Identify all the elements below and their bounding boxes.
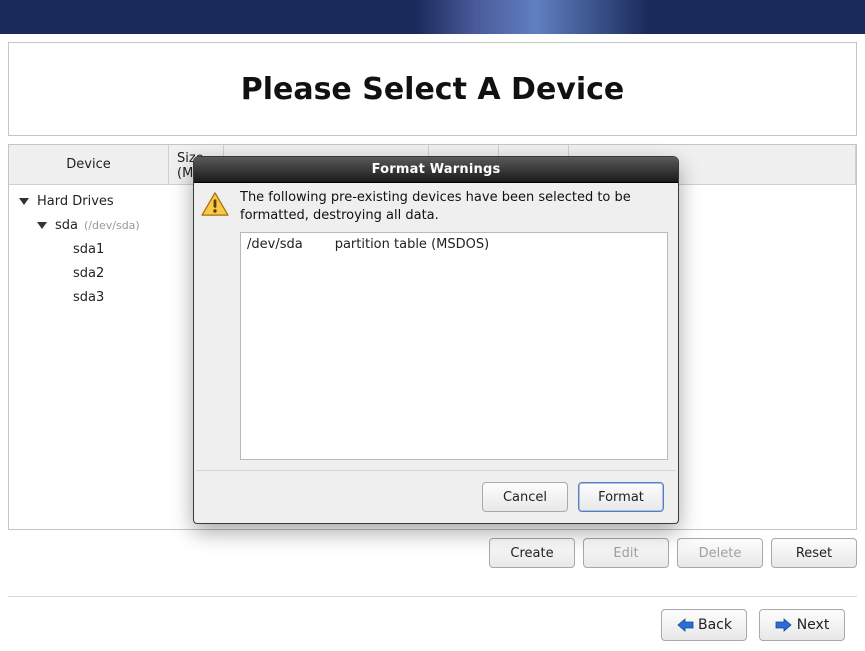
format-button[interactable]: Format (578, 482, 664, 512)
list-item[interactable]: /dev/sda partition table (MSDOS) (247, 237, 661, 252)
nav-row: Back Next (8, 609, 845, 641)
edit-button: Edit (583, 538, 669, 568)
tree-sublabel: (/dev/sda) (84, 219, 140, 232)
cancel-button[interactable]: Cancel (482, 482, 568, 512)
page-title: Please Select A Device (241, 72, 625, 107)
top-banner (0, 0, 865, 34)
next-button[interactable]: Next (759, 609, 845, 641)
device-path: /dev/sda (247, 237, 303, 252)
chevron-down-icon[interactable] (37, 222, 47, 229)
format-warnings-dialog: Format Warnings The following pre-existi… (193, 156, 679, 524)
tree-label: sda1 (73, 242, 104, 257)
dialog-message: The following pre-existing devices have … (240, 189, 668, 224)
delete-button: Delete (677, 538, 763, 568)
device-desc: partition table (MSDOS) (335, 237, 489, 252)
reset-button[interactable]: Reset (771, 538, 857, 568)
col-header-device[interactable]: Device (9, 145, 169, 184)
dialog-device-list[interactable]: /dev/sda partition table (MSDOS) (240, 232, 668, 460)
action-row: Create Edit Delete Reset (8, 538, 857, 568)
title-panel: Please Select A Device (8, 42, 857, 136)
tree-label: sda3 (73, 290, 104, 305)
dialog-buttons: Cancel Format (194, 471, 678, 523)
arrow-right-icon (775, 618, 793, 632)
dialog-title: Format Warnings (194, 157, 678, 183)
tree-label: Hard Drives (37, 194, 114, 209)
arrow-left-icon (676, 618, 694, 632)
tree-label: sda2 (73, 266, 104, 281)
tree-label: sda (55, 218, 78, 233)
chevron-down-icon[interactable] (19, 198, 29, 205)
next-label: Next (797, 617, 830, 633)
warning-icon (200, 191, 230, 217)
dialog-body: The following pre-existing devices have … (194, 183, 678, 470)
separator (8, 596, 857, 597)
create-button[interactable]: Create (489, 538, 575, 568)
back-label: Back (698, 617, 732, 633)
back-button[interactable]: Back (661, 609, 747, 641)
